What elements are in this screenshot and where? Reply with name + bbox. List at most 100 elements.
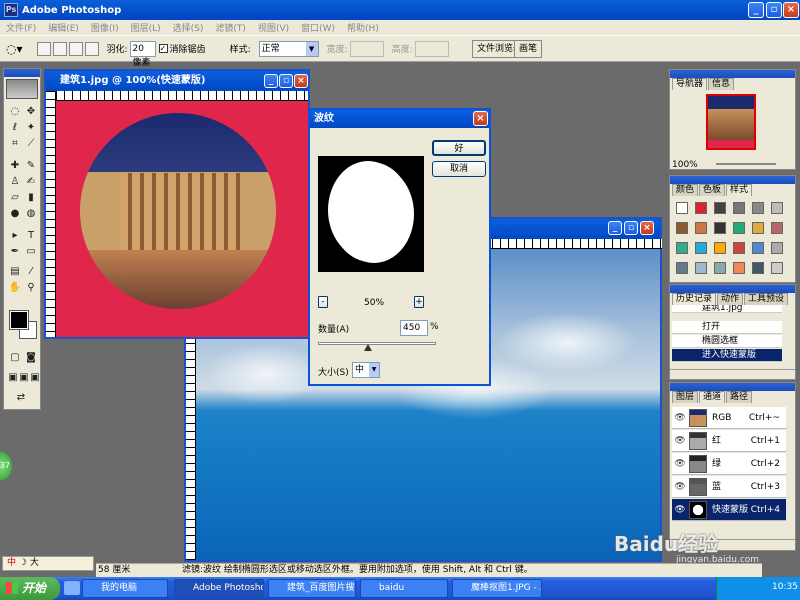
ime-bar[interactable]: 中 ☽ 大 [2,556,94,571]
shape-icon[interactable]: ▭ [24,245,38,259]
zoom-out-button[interactable]: - [318,296,328,308]
tab-tool-presets[interactable]: 工具预设 [744,293,789,305]
feather-input[interactable]: 20 像素 [129,40,156,68]
eye-icon[interactable]: 👁 [674,407,686,429]
tab-history[interactable]: 历史记录 [672,293,717,305]
healing-icon[interactable]: ✚ [8,159,22,173]
menu-view[interactable]: 视图(V) [258,21,289,34]
menu-edit[interactable]: 编辑(E) [48,21,79,34]
brush-icon[interactable]: ✎ [24,159,38,173]
hand-icon[interactable]: ✋ [8,281,22,295]
task-baidu-folder[interactable]: baidu [360,579,448,598]
ime-mode[interactable]: 中 [7,558,16,568]
style-swatch[interactable] [771,202,783,214]
dialog-close-button[interactable]: × [473,111,488,126]
magic-wand-icon[interactable]: ✦ [24,121,38,135]
amount-input[interactable]: 450 [400,320,428,336]
style-swatch[interactable] [695,202,707,214]
channel-row-rgb[interactable]: 👁 RGB Ctrl+~ [672,407,786,429]
path-select-icon[interactable]: ▸ [8,229,22,243]
task-photoshop[interactable]: Adobe Photoshop [174,579,264,598]
style-swatch[interactable] [695,262,707,274]
style-swatch[interactable] [733,242,745,254]
tab-paths[interactable]: 路径 [726,391,753,403]
close-button[interactable]: × [783,2,799,18]
style-swatch[interactable] [676,222,688,234]
imageready-icon[interactable]: ⇄ [14,391,28,405]
zoom-icon[interactable]: ⚲ [24,281,38,295]
subtract-selection-button[interactable] [68,41,83,56]
menu-file[interactable]: 文件(F) [6,21,36,34]
marquee-icon[interactable]: ◌ [8,105,22,119]
new-selection-button[interactable] [36,41,51,56]
eyedropper-icon[interactable]: ⁄ [24,265,38,279]
task-my-computer[interactable]: 我的电脑 [82,579,168,598]
brushes-tab[interactable]: 画笔 [514,40,543,58]
zoom-in-button[interactable]: + [414,296,424,308]
channel-row-quickmask[interactable]: 👁 快速蒙版 Ctrl+4 [672,499,786,521]
style-swatch[interactable] [676,262,688,274]
clock[interactable]: 10:35 [772,582,798,592]
blur-icon[interactable]: ● [8,207,22,221]
crop-icon[interactable]: ⌗ [8,137,22,151]
marquee-tool-icon[interactable]: ◌▾ [6,42,23,56]
style-swatch[interactable] [752,242,764,254]
stamp-icon[interactable]: ♙ [8,175,22,189]
history-item-quickmask[interactable]: 进入快速蒙版 [672,349,782,362]
tab-styles[interactable]: 样式 [726,184,753,196]
antialias-checkbox[interactable]: ✓ [158,44,168,53]
menu-image[interactable]: 图像(I) [91,21,119,34]
style-swatch[interactable] [714,202,726,214]
tab-info[interactable]: 信息 [708,78,735,90]
eye-icon[interactable]: 👁 [674,499,686,521]
ime-label[interactable]: 大 [30,558,39,568]
height-input[interactable] [414,40,449,57]
doc-close-button[interactable]: × [294,74,308,88]
channel-row-green[interactable]: 👁 绿 Ctrl+2 [672,453,786,475]
size-select[interactable]: 中 ▼ [352,362,380,378]
pen-icon[interactable]: ✒ [8,245,22,259]
amount-slider-track[interactable] [318,342,436,345]
style-swatch[interactable] [771,242,783,254]
style-swatch[interactable] [733,222,745,234]
menu-window[interactable]: 窗口(W) [301,21,335,34]
quick-mask-icon[interactable]: ◙ [24,351,38,365]
style-swatch[interactable] [752,222,764,234]
ocean-minimize-button[interactable]: _ [608,221,622,235]
style-swatch[interactable] [714,242,726,254]
eye-icon[interactable]: 👁 [674,430,686,452]
dodge-icon[interactable]: ◍ [24,207,38,221]
style-swatch[interactable] [733,202,745,214]
style-swatch[interactable] [695,222,707,234]
style-swatch[interactable] [676,242,688,254]
standard-mode-icon[interactable]: ▢ [8,351,22,365]
history-item-ellipse[interactable]: 椭圆选框 [672,335,782,348]
style-select[interactable]: 正常 ▼ [258,40,319,57]
type-icon[interactable]: T [24,229,38,243]
amount-slider-thumb[interactable] [363,344,372,351]
eye-icon[interactable]: 👁 [674,476,686,498]
slice-icon[interactable]: ⟋ [24,137,38,151]
ok-button[interactable]: 好 [432,140,486,156]
channel-row-blue[interactable]: 👁 蓝 Ctrl+3 [672,476,786,498]
channel-row-red[interactable]: 👁 红 Ctrl+1 [672,430,786,452]
navigator-zoom-slider[interactable] [716,163,776,165]
style-swatch[interactable] [714,222,726,234]
start-button[interactable]: 开始 [0,577,60,600]
intersect-selection-button[interactable] [84,41,99,56]
menu-help[interactable]: 帮助(H) [347,21,379,34]
doc-maximize-button[interactable]: ▫ [279,74,293,88]
screen-mode-3-icon[interactable]: ▣ [28,371,42,385]
style-swatch[interactable] [752,202,764,214]
ocean-maximize-button[interactable]: ▫ [624,221,638,235]
add-selection-button[interactable] [52,41,67,56]
maximize-button[interactable]: ▫ [766,2,782,18]
move-icon[interactable]: ✥ [24,105,38,119]
eraser-icon[interactable]: ▱ [8,191,22,205]
history-item-snapshot[interactable]: 建筑1.jpg [672,305,782,313]
doc-minimize-button[interactable]: _ [264,74,278,88]
lasso-icon[interactable]: ℓ [8,121,22,135]
style-swatch[interactable] [752,262,764,274]
tab-swatches[interactable]: 色板 [699,184,726,196]
ocean-close-button[interactable]: × [640,221,654,235]
